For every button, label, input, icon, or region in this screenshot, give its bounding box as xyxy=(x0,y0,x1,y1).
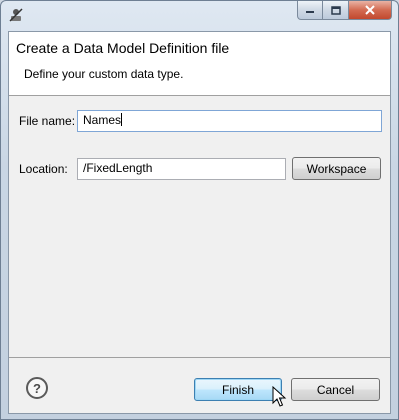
minimize-button[interactable] xyxy=(297,1,323,20)
finish-button[interactable]: Finish xyxy=(194,378,282,401)
file-name-input[interactable]: Names xyxy=(77,110,382,132)
title-bar[interactable] xyxy=(1,1,398,31)
file-name-value: Names xyxy=(83,113,122,127)
location-input[interactable]: /FixedLength xyxy=(77,158,286,180)
cancel-button[interactable]: Cancel xyxy=(291,378,380,401)
help-icon[interactable]: ? xyxy=(26,377,48,399)
dialog-client-area: Create a Data Model Definition file Defi… xyxy=(8,31,391,414)
location-label: Location: xyxy=(19,162,68,176)
wizard-banner: Create a Data Model Definition file Defi… xyxy=(9,32,390,96)
text-caret xyxy=(121,113,123,126)
close-button[interactable] xyxy=(349,1,392,20)
workspace-button[interactable]: Workspace xyxy=(292,157,381,180)
page-title: Create a Data Model Definition file xyxy=(16,40,230,56)
maximize-button[interactable] xyxy=(323,1,349,20)
close-icon xyxy=(365,5,375,15)
minimize-icon xyxy=(306,11,314,13)
file-name-label: File name: xyxy=(19,114,76,128)
help-glyph: ? xyxy=(33,380,41,396)
maximize-icon xyxy=(330,5,341,15)
footer-divider xyxy=(9,357,390,358)
wizard-app-icon xyxy=(9,8,23,22)
page-description: Define your custom data type. xyxy=(24,67,184,81)
window-controls xyxy=(297,1,392,21)
dialog-window: Create a Data Model Definition file Defi… xyxy=(0,0,399,420)
location-value: /FixedLength xyxy=(83,161,153,175)
